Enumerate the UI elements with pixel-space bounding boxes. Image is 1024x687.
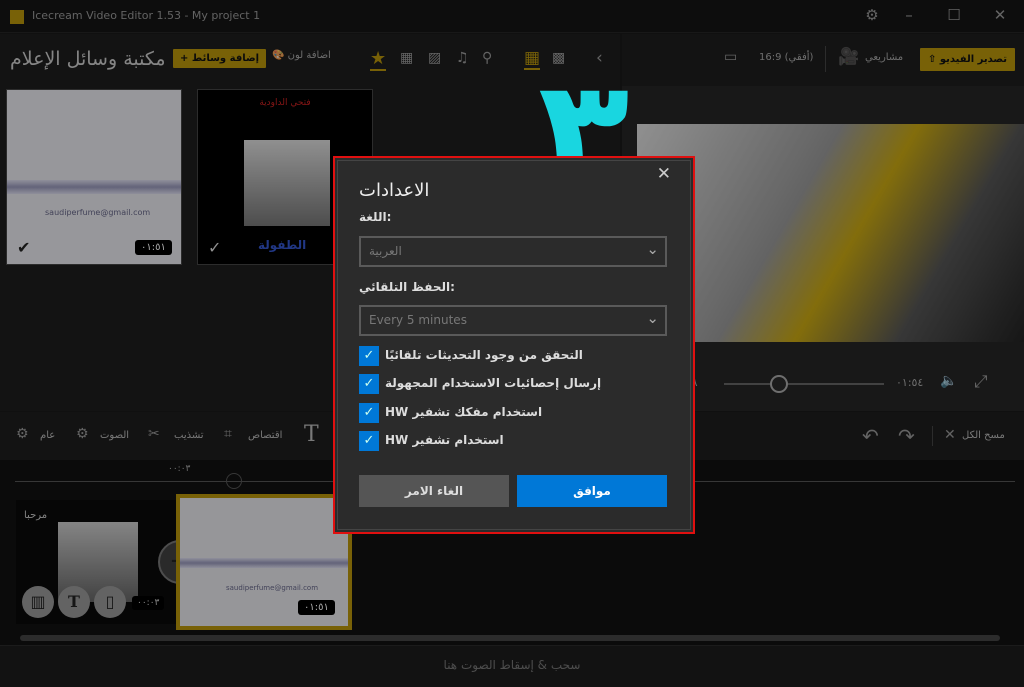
chevron-down-icon: ⌄	[646, 309, 659, 327]
language-select[interactable]: العربية ⌄	[359, 236, 667, 267]
auto-update-checkbox[interactable]: ✓	[359, 346, 379, 366]
autosave-label: الحفظ التلقائي:	[359, 280, 455, 294]
usage-stats-label: إرسال إحصائيات الاستخدام المجهولة	[385, 376, 602, 390]
hw-encoder-label: استخدام تشفير HW	[385, 433, 504, 447]
auto-update-label: التحقق من وجود التحديثات تلقائيًا	[385, 348, 583, 362]
hw-decoder-label: استخدام مفكك تشفير HW	[385, 405, 543, 419]
hw-decoder-checkbox[interactable]: ✓	[359, 403, 379, 423]
chevron-down-icon: ⌄	[646, 240, 659, 258]
autosave-select[interactable]: Every 5 minutes ⌄	[359, 305, 667, 336]
dialog-title: الاعدادات	[359, 180, 430, 201]
autosave-value: Every 5 minutes	[369, 313, 467, 327]
close-icon[interactable]: ✕	[657, 164, 671, 184]
ok-button[interactable]: موافق	[517, 475, 667, 507]
language-value: العربية	[369, 244, 402, 258]
usage-stats-checkbox[interactable]: ✓	[359, 374, 379, 394]
hw-encoder-checkbox[interactable]: ✓	[359, 431, 379, 451]
settings-dialog: ✕ الاعدادات اللغة: العربية ⌄ الحفظ التلقا…	[333, 156, 695, 534]
cancel-button[interactable]: الغاء الامر	[359, 475, 509, 507]
language-label: اللغة:	[359, 210, 392, 224]
